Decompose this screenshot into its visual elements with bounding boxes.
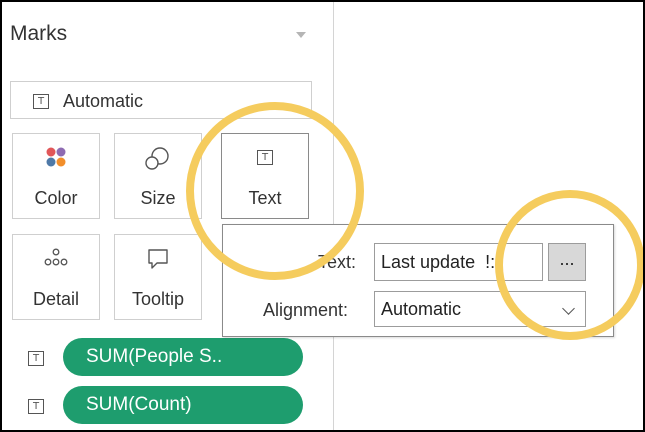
tooltip-icon xyxy=(148,249,168,269)
marks-card: Marks T Automatic Color Size T Text Deta… xyxy=(2,2,334,430)
tooltip-label: Tooltip xyxy=(131,289,185,309)
color-button[interactable]: Color xyxy=(12,133,100,219)
text-field-label: Text: xyxy=(318,252,357,272)
alignment-label: Alignment: xyxy=(263,300,349,320)
size-button[interactable]: Size xyxy=(114,133,202,219)
marks-menu-arrow-icon[interactable] xyxy=(296,32,306,38)
color-label: Color xyxy=(34,188,78,208)
tooltip-button[interactable]: Tooltip xyxy=(114,234,202,320)
field-pill[interactable]: SUM(People S.. xyxy=(63,338,303,376)
text-encoding-icon[interactable]: T xyxy=(28,399,44,414)
text-encoding-icon[interactable]: T xyxy=(28,351,44,366)
chevron-down-icon xyxy=(562,302,575,315)
mark-type-dropdown[interactable]: T Automatic xyxy=(10,81,312,119)
text-mark-icon: T xyxy=(33,94,49,109)
detail-label: Detail xyxy=(32,289,80,309)
mark-type-label: Automatic xyxy=(63,91,144,111)
detail-icon xyxy=(44,248,68,266)
text-icon: T xyxy=(257,150,273,165)
color-icon xyxy=(46,147,66,167)
text-popover: Text: Last update !: ... Alignment: Auto… xyxy=(222,224,614,337)
size-icon xyxy=(145,147,169,170)
text-label: Text xyxy=(248,188,282,208)
edit-text-button[interactable]: ... xyxy=(548,243,586,281)
alignment-value: Automatic xyxy=(381,299,462,319)
text-field[interactable]: Last update !: xyxy=(374,243,543,281)
detail-button[interactable]: Detail xyxy=(12,234,100,320)
text-button[interactable]: T Text xyxy=(221,133,309,219)
marks-title: Marks xyxy=(10,22,68,45)
field-pill[interactable]: SUM(Count) xyxy=(63,386,303,424)
worksheet-frame: Marks T Automatic Color Size T Text Deta… xyxy=(0,0,645,432)
alignment-select[interactable]: Automatic xyxy=(374,291,586,327)
size-label: Size xyxy=(140,188,176,208)
